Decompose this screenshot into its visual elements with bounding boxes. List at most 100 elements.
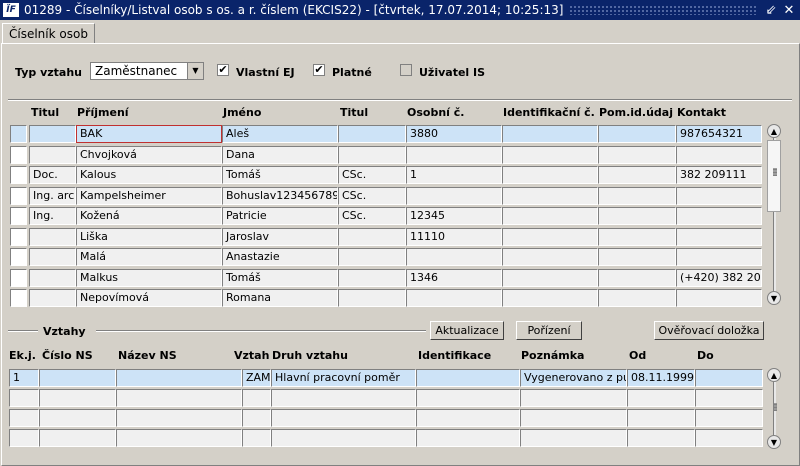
cell-cislo-ns[interactable] [39, 429, 116, 447]
cell-prijmeni[interactable]: Kampelsheimer [76, 187, 222, 205]
cell-titul-after[interactable] [338, 125, 406, 143]
cell-vztah[interactable] [242, 409, 271, 427]
cell-kontakt[interactable] [676, 228, 762, 246]
cell-od[interactable]: 08.11.1999 [627, 369, 695, 387]
cell-kontakt[interactable] [676, 248, 762, 266]
cell-titul-after[interactable] [338, 146, 406, 164]
close-button[interactable]: ✕ [782, 3, 796, 18]
row-marker[interactable] [10, 289, 27, 307]
cell-do[interactable] [695, 389, 763, 407]
cell-prijmeni[interactable]: Kožená [76, 207, 222, 225]
cell-identifikacni-cislo[interactable] [502, 269, 598, 287]
cell-titul-before[interactable] [29, 228, 76, 246]
cell-od[interactable] [627, 389, 695, 407]
cell-pom-id-udaj[interactable] [598, 146, 676, 164]
scroll-down-icon[interactable]: ▼ [767, 435, 781, 449]
cell-prijmeni[interactable]: Malá [76, 248, 222, 266]
porizeni-button[interactable]: Pořízení [516, 321, 582, 340]
cell-poznamka[interactable] [520, 409, 627, 427]
row-marker[interactable] [10, 248, 27, 266]
cell-cislo-ns[interactable] [39, 409, 116, 427]
cell-titul-before[interactable]: Doc. [29, 166, 76, 184]
cell-do[interactable] [695, 369, 763, 387]
scroll-thumb[interactable] [767, 140, 781, 212]
cell-titul-before[interactable]: Ing. [29, 207, 76, 225]
cell-identifikacni-cislo[interactable] [502, 146, 598, 164]
cell-titul-after[interactable] [338, 248, 406, 266]
cell-titul-before[interactable] [29, 248, 76, 266]
cell-poznamka[interactable] [520, 389, 627, 407]
cell-jmeno[interactable]: Tomáš [222, 269, 338, 287]
row-marker[interactable] [10, 269, 27, 287]
cell-ekj[interactable]: 1 [9, 369, 39, 387]
scroll-down-icon[interactable]: ▼ [767, 291, 781, 305]
cell-ekj[interactable] [9, 409, 39, 427]
tab-ciselnik-osob[interactable]: Číselník osob [2, 23, 95, 44]
cell-osobni-cislo[interactable]: 3880 [406, 125, 502, 143]
cell-cislo-ns[interactable] [39, 369, 116, 387]
cell-osobni-cislo[interactable]: 1 [406, 166, 502, 184]
cell-nazev-ns[interactable] [116, 429, 242, 447]
cell-kontakt[interactable] [676, 187, 762, 205]
cell-poznamka[interactable] [520, 429, 627, 447]
cell-od[interactable] [627, 429, 695, 447]
vlastni-ej-checkbox[interactable]: ✔ [217, 64, 229, 76]
cell-pom-id-udaj[interactable] [598, 125, 676, 143]
cell-identifikace[interactable] [416, 409, 520, 427]
cell-prijmeni[interactable]: BAK [76, 125, 222, 143]
cell-identifikacni-cislo[interactable] [502, 228, 598, 246]
platne-checkbox[interactable]: ✔ [313, 64, 325, 76]
cell-prijmeni[interactable]: Liška [76, 228, 222, 246]
overovaci-dolozka-button[interactable]: Ověřovací doložka [654, 321, 764, 340]
cell-pom-id-udaj[interactable] [598, 248, 676, 266]
aktualizace-button[interactable]: Aktualizace [430, 321, 504, 340]
cell-titul-after[interactable]: CSc. [338, 166, 406, 184]
cell-osobni-cislo[interactable]: 11110 [406, 228, 502, 246]
cell-identifikacni-cislo[interactable] [502, 125, 598, 143]
cell-osobni-cislo[interactable] [406, 289, 502, 307]
cell-identifikacni-cislo[interactable] [502, 289, 598, 307]
row-marker[interactable] [10, 166, 27, 184]
cell-do[interactable] [695, 429, 763, 447]
row-marker[interactable] [10, 228, 27, 246]
cell-titul-after[interactable] [338, 289, 406, 307]
cell-identifikacni-cislo[interactable] [502, 166, 598, 184]
cell-jmeno[interactable]: Dana [222, 146, 338, 164]
cell-jmeno[interactable]: Anastazie [222, 248, 338, 266]
cell-cislo-ns[interactable] [39, 389, 116, 407]
cell-pom-id-udaj[interactable] [598, 228, 676, 246]
cell-jmeno[interactable]: Patricie [222, 207, 338, 225]
row-marker[interactable] [10, 187, 27, 205]
cell-do[interactable] [695, 409, 763, 427]
cell-titul-before[interactable] [29, 125, 76, 143]
row-marker[interactable] [10, 125, 27, 143]
cell-nazev-ns[interactable] [116, 389, 242, 407]
restore-button[interactable]: ⇙ [764, 3, 778, 18]
cell-jmeno[interactable]: Aleš [222, 125, 338, 143]
cell-titul-after[interactable]: CSc. [338, 207, 406, 225]
cell-identifikace[interactable] [416, 389, 520, 407]
cell-kontakt[interactable] [676, 207, 762, 225]
cell-nazev-ns[interactable] [116, 369, 242, 387]
cell-druh-vztahu[interactable] [271, 409, 416, 427]
cell-titul-before[interactable]: Ing. arch [29, 187, 76, 205]
cell-osobni-cislo[interactable] [406, 187, 502, 205]
cell-pom-id-udaj[interactable] [598, 166, 676, 184]
cell-kontakt[interactable]: 382 209111 [676, 166, 762, 184]
cell-identifikace[interactable] [416, 429, 520, 447]
cell-jmeno[interactable]: Tomáš [222, 166, 338, 184]
row-marker[interactable] [10, 207, 27, 225]
cell-titul-after[interactable] [338, 269, 406, 287]
uzivatel-is-checkbox[interactable] [400, 64, 412, 76]
cell-jmeno[interactable]: Romana [222, 289, 338, 307]
cell-titul-before[interactable] [29, 146, 76, 164]
cell-kontakt[interactable] [676, 146, 762, 164]
cell-titul-before[interactable] [29, 269, 76, 287]
cell-prijmeni[interactable]: Malkus [76, 269, 222, 287]
cell-identifikace[interactable] [416, 369, 520, 387]
cell-identifikacni-cislo[interactable] [502, 248, 598, 266]
scroll-up-icon[interactable]: ▲ [767, 368, 781, 382]
cell-ekj[interactable] [9, 389, 39, 407]
cell-kontakt[interactable]: (+420) 382 209 [676, 269, 762, 287]
typ-vztahu-select[interactable]: Zaměstnanec ▼ [90, 62, 204, 80]
